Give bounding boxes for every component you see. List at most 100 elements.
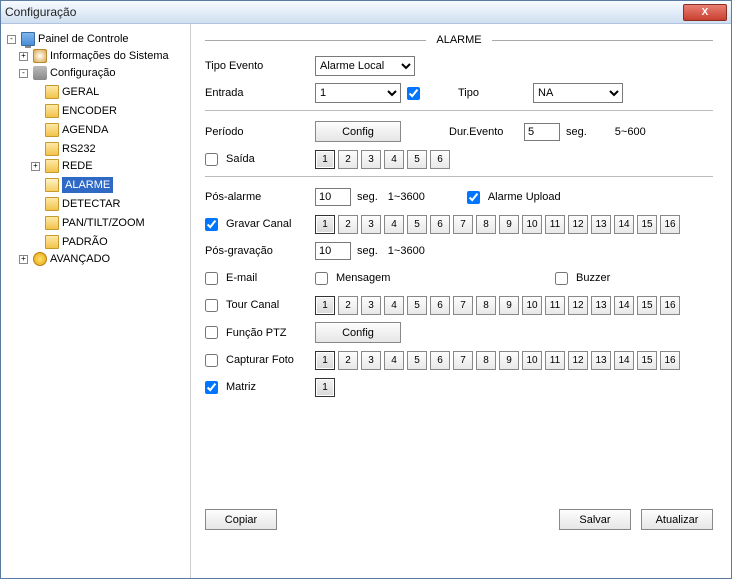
- tree-toggle-icon[interactable]: -: [7, 35, 16, 44]
- channel-button[interactable]: 12: [568, 296, 588, 315]
- channel-button[interactable]: 5: [407, 215, 427, 234]
- channel-button[interactable]: 5: [407, 150, 427, 169]
- channel-button[interactable]: 16: [660, 351, 680, 370]
- ptz-config-button[interactable]: Config: [315, 322, 401, 343]
- channel-button[interactable]: 1: [315, 351, 335, 370]
- tree-item-ptz[interactable]: PAN/TILT/ZOOM: [29, 215, 147, 231]
- channel-button[interactable]: 4: [384, 351, 404, 370]
- channel-button[interactable]: 3: [361, 296, 381, 315]
- entrada-enable-checkbox[interactable]: [407, 87, 420, 100]
- channel-button[interactable]: 2: [338, 296, 358, 315]
- channel-button[interactable]: 7: [453, 215, 473, 234]
- channel-button[interactable]: 8: [476, 296, 496, 315]
- tree-item-painel[interactable]: - Painel de Controle: [5, 31, 131, 47]
- matriz-check[interactable]: Matriz: [205, 381, 315, 394]
- channel-button[interactable]: 13: [591, 215, 611, 234]
- channel-button[interactable]: 5: [407, 351, 427, 370]
- channel-button[interactable]: 6: [430, 215, 450, 234]
- channel-button[interactable]: 1: [315, 296, 335, 315]
- channel-button[interactable]: 5: [407, 296, 427, 315]
- alarme-upload-check[interactable]: Alarme Upload: [467, 191, 561, 204]
- channel-button[interactable]: 4: [384, 296, 404, 315]
- channel-button[interactable]: 16: [660, 215, 680, 234]
- periodo-config-button[interactable]: Config: [315, 121, 401, 142]
- channel-button[interactable]: 9: [499, 351, 519, 370]
- capturar-foto-check[interactable]: Capturar Foto: [205, 354, 315, 367]
- tipo-select[interactable]: NA: [533, 83, 623, 103]
- saida-checkbox[interactable]: [205, 153, 218, 166]
- channel-button[interactable]: 7: [453, 296, 473, 315]
- copiar-button[interactable]: Copiar: [205, 509, 277, 530]
- channel-button[interactable]: 12: [568, 215, 588, 234]
- channel-button[interactable]: 10: [522, 351, 542, 370]
- tree-item-config[interactable]: - Configuração: [17, 65, 117, 81]
- channel-button[interactable]: 2: [338, 351, 358, 370]
- tree-item-agenda[interactable]: AGENDA: [29, 122, 110, 138]
- channel-button[interactable]: 2: [338, 215, 358, 234]
- channel-button[interactable]: 16: [660, 296, 680, 315]
- close-button[interactable]: X: [683, 4, 727, 21]
- channel-button[interactable]: 1: [315, 150, 335, 169]
- saida-check-label[interactable]: Saída: [205, 153, 315, 166]
- atualizar-button[interactable]: Atualizar: [641, 509, 713, 530]
- tree-toggle-icon[interactable]: -: [19, 69, 28, 78]
- channel-button[interactable]: 9: [499, 296, 519, 315]
- tree-item-alarme[interactable]: ALARME: [29, 177, 115, 193]
- entrada-select[interactable]: 1: [315, 83, 401, 103]
- tree-toggle-icon[interactable]: +: [19, 52, 28, 61]
- channel-button[interactable]: 3: [361, 215, 381, 234]
- email-check[interactable]: E-mail: [205, 272, 315, 285]
- channel-button[interactable]: 6: [430, 296, 450, 315]
- channel-button[interactable]: 11: [545, 351, 565, 370]
- channel-button[interactable]: 3: [361, 351, 381, 370]
- channel-button[interactable]: 4: [384, 215, 404, 234]
- tree-toggle-icon[interactable]: +: [31, 162, 40, 171]
- tour-canal-check[interactable]: Tour Canal: [205, 299, 315, 312]
- tree-item-rs232[interactable]: RS232: [29, 141, 98, 157]
- pos-alarme-input[interactable]: [315, 188, 351, 206]
- channel-button[interactable]: 15: [637, 215, 657, 234]
- tree-item-encoder[interactable]: ENCODER: [29, 103, 119, 119]
- channel-button[interactable]: 11: [545, 215, 565, 234]
- dur-evento-input[interactable]: [524, 123, 560, 141]
- channel-button[interactable]: 7: [453, 351, 473, 370]
- channel-button[interactable]: 15: [637, 351, 657, 370]
- tree-item-detectar[interactable]: DETECTAR: [29, 196, 122, 212]
- folder-icon: [45, 142, 59, 156]
- tree-item-rede[interactable]: +REDE: [29, 158, 95, 174]
- nav-tree: - Painel de Controle + Informações do Si…: [1, 24, 191, 578]
- gravar-canal-check[interactable]: Gravar Canal: [205, 218, 315, 231]
- tipo-evento-select[interactable]: Alarme Local: [315, 56, 415, 76]
- channel-button[interactable]: 8: [476, 215, 496, 234]
- channel-button[interactable]: 11: [545, 296, 565, 315]
- channel-button[interactable]: 12: [568, 351, 588, 370]
- matriz-channel-button[interactable]: 1: [315, 378, 335, 397]
- channel-button[interactable]: 14: [614, 215, 634, 234]
- channel-button[interactable]: 1: [315, 215, 335, 234]
- channel-button[interactable]: 13: [591, 296, 611, 315]
- channel-button[interactable]: 10: [522, 296, 542, 315]
- funcao-ptz-check[interactable]: Função PTZ: [205, 326, 315, 339]
- channel-button[interactable]: 15: [637, 296, 657, 315]
- salvar-button[interactable]: Salvar: [559, 509, 631, 530]
- channel-button[interactable]: 6: [430, 351, 450, 370]
- channel-button[interactable]: 2: [338, 150, 358, 169]
- pos-alarme-label: Pós-alarme: [205, 191, 315, 203]
- channel-button[interactable]: 14: [614, 296, 634, 315]
- mensagem-check[interactable]: Mensagem: [315, 272, 445, 285]
- channel-button[interactable]: 4: [384, 150, 404, 169]
- channel-button[interactable]: 14: [614, 351, 634, 370]
- tree-item-info[interactable]: + Informações do Sistema: [17, 48, 171, 64]
- channel-button[interactable]: 13: [591, 351, 611, 370]
- tree-toggle-icon[interactable]: +: [19, 255, 28, 264]
- buzzer-check[interactable]: Buzzer: [555, 272, 610, 285]
- channel-button[interactable]: 6: [430, 150, 450, 169]
- tree-item-geral[interactable]: GERAL: [29, 84, 101, 100]
- pos-gravacao-input[interactable]: [315, 242, 351, 260]
- tree-item-avancado[interactable]: + AVANÇADO: [17, 251, 112, 267]
- channel-button[interactable]: 10: [522, 215, 542, 234]
- channel-button[interactable]: 9: [499, 215, 519, 234]
- channel-button[interactable]: 8: [476, 351, 496, 370]
- channel-button[interactable]: 3: [361, 150, 381, 169]
- tree-item-padrao[interactable]: PADRÃO: [29, 234, 110, 250]
